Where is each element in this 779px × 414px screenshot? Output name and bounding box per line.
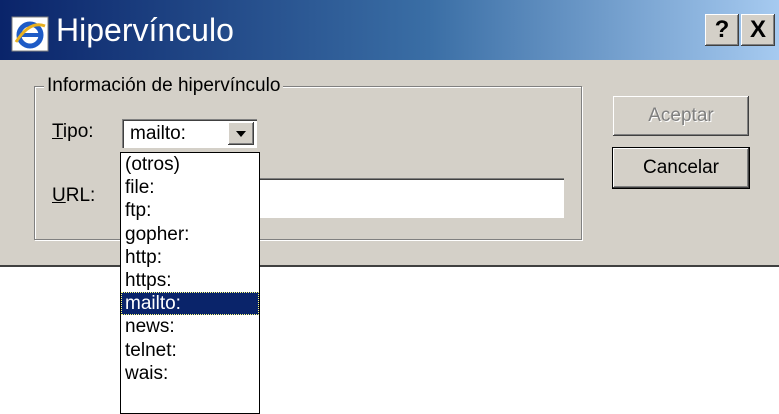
dropdown-option-ftp[interactable]: ftp: [121, 199, 259, 222]
dropdown-option-news[interactable]: news: [121, 315, 259, 338]
close-button[interactable]: X [741, 14, 775, 46]
url-input[interactable] [258, 178, 564, 218]
dropdown-option-telnet[interactable]: telnet: [121, 339, 259, 362]
dropdown-option-otros[interactable]: (otros) [121, 153, 259, 176]
dropdown-option-mailto[interactable]: mailto: [121, 292, 259, 316]
dropdown-option-wais[interactable]: wais: [121, 362, 259, 385]
dropdown-option-http[interactable]: http: [121, 246, 259, 269]
tipo-combobox[interactable]: mailto: [122, 119, 257, 148]
url-label: URL: [52, 185, 96, 206]
tipo-selected-value: mailto: [130, 123, 186, 144]
title-bar[interactable]: Hipervínculo ? X [0, 0, 779, 60]
dropdown-option-file[interactable]: file: [121, 176, 259, 199]
cancel-button[interactable]: Cancelar [613, 148, 749, 188]
tipo-label: Tipo: [52, 121, 94, 142]
hyperlink-dialog: Hipervínculo ? X Información de hipervín… [0, 0, 779, 267]
group-label: Información de hipervínculo [44, 74, 284, 98]
dropdown-option-gopher[interactable]: gopher: [121, 223, 259, 246]
help-button[interactable]: ? [705, 14, 739, 46]
window-title: Hipervínculo [56, 12, 234, 48]
internet-explorer-icon [11, 16, 49, 52]
dropdown-option-https[interactable]: https: [121, 269, 259, 292]
dropdown-arrow-icon[interactable] [228, 122, 254, 145]
accept-button[interactable]: Aceptar [613, 96, 749, 136]
tipo-dropdown-list[interactable]: (otros) file: ftp: gopher: http: https: … [120, 152, 260, 414]
